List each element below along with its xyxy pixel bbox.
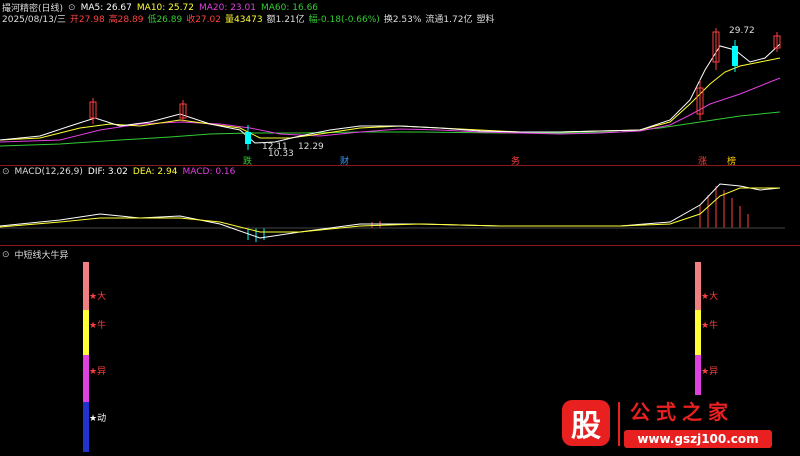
- signal-yi-left: ★异: [89, 367, 107, 377]
- event-tag-wu[interactable]: 务: [511, 154, 520, 167]
- macd-histogram: [247, 186, 749, 242]
- macd-header: ⊙ MACD(12,26,9) DIF: 3.02 DEA: 2.94 MACD…: [2, 167, 235, 177]
- event-tag-zhang[interactable]: 涨: [698, 154, 707, 167]
- signal-da-left: ★大: [89, 292, 107, 302]
- site-watermark: 股 公式之家 www.gszj100.com: [560, 396, 780, 454]
- macd-title[interactable]: MACD(12,26,9): [15, 167, 83, 177]
- dif-label: DIF: 3.02: [87, 167, 128, 177]
- watermark-logo-char: 股: [571, 409, 601, 444]
- ma60-line: [0, 111, 781, 147]
- macd-label: MACD: 0.16: [182, 167, 236, 177]
- ma5-line: [0, 43, 781, 144]
- dea-label: DEA: 2.94: [132, 167, 178, 177]
- panel-menu-icon[interactable]: ⊙: [2, 167, 10, 177]
- watermark-url: www.gszj100.com: [637, 432, 759, 446]
- event-tag-die[interactable]: 跌: [243, 154, 252, 167]
- high-price-label: 29.72: [729, 26, 755, 36]
- watermark-url-box: www.gszj100.com: [624, 430, 772, 448]
- indicator-title[interactable]: 中短线大牛异: [15, 248, 69, 261]
- event-tag-cai[interactable]: 财: [340, 154, 349, 167]
- signal-yi-right: ★异: [701, 367, 719, 377]
- watermark-logo-icon: 股: [562, 400, 610, 446]
- indicator-header: ⊙ 中短线大牛异: [2, 248, 69, 262]
- panel-menu-icon[interactable]: ⊙: [2, 250, 10, 260]
- signal-niu-right: ★牛: [701, 321, 719, 331]
- chart-canvas[interactable]: [0, 0, 800, 456]
- signal-da-right: ★大: [701, 292, 719, 302]
- watermark-name: 公式之家: [630, 400, 734, 424]
- watermark-divider: [618, 402, 620, 446]
- signal-niu-left: ★牛: [89, 321, 107, 331]
- low-price-label-2: 12.29: [298, 142, 324, 152]
- low-price-label-3: 10.33: [268, 149, 294, 159]
- dif-line: [0, 183, 781, 239]
- event-tag-bang[interactable]: 榜: [727, 154, 736, 167]
- dea-line: [0, 187, 780, 233]
- signal-dong-left: ★动: [89, 414, 107, 424]
